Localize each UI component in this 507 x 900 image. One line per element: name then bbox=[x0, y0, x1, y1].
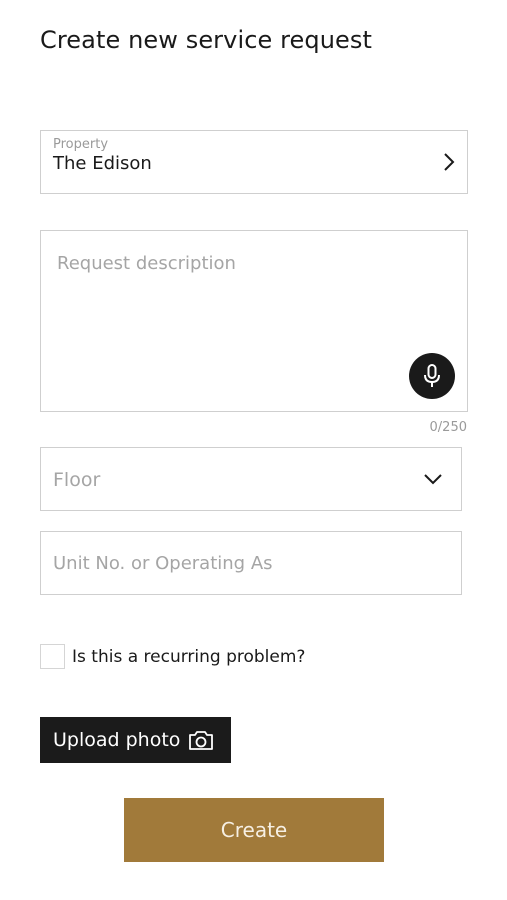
floor-placeholder: Floor bbox=[53, 469, 101, 491]
character-counter: 0/250 bbox=[429, 420, 467, 435]
chevron-down-icon bbox=[424, 474, 442, 485]
property-value: The Edison bbox=[53, 153, 152, 174]
unit-input[interactable]: Unit No. or Operating As bbox=[40, 531, 462, 595]
chevron-right-icon bbox=[444, 153, 455, 171]
recurring-problem-checkbox[interactable] bbox=[40, 644, 65, 669]
request-description-placeholder: Request description bbox=[57, 253, 236, 274]
page-title: Create new service request bbox=[40, 26, 373, 54]
microphone-icon bbox=[424, 364, 440, 387]
camera-icon bbox=[189, 731, 214, 750]
property-label: Property bbox=[53, 137, 109, 152]
request-description-field[interactable]: Request description bbox=[40, 230, 468, 412]
unit-placeholder: Unit No. or Operating As bbox=[53, 553, 273, 574]
create-button[interactable]: Create bbox=[124, 798, 384, 862]
property-selector[interactable]: Property The Edison bbox=[40, 130, 468, 194]
upload-photo-button[interactable]: Upload photo bbox=[40, 717, 231, 763]
floor-select[interactable]: Floor bbox=[40, 447, 462, 511]
recurring-problem-label: Is this a recurring problem? bbox=[72, 647, 306, 667]
upload-photo-label: Upload photo bbox=[53, 729, 181, 751]
microphone-button[interactable] bbox=[409, 353, 455, 399]
